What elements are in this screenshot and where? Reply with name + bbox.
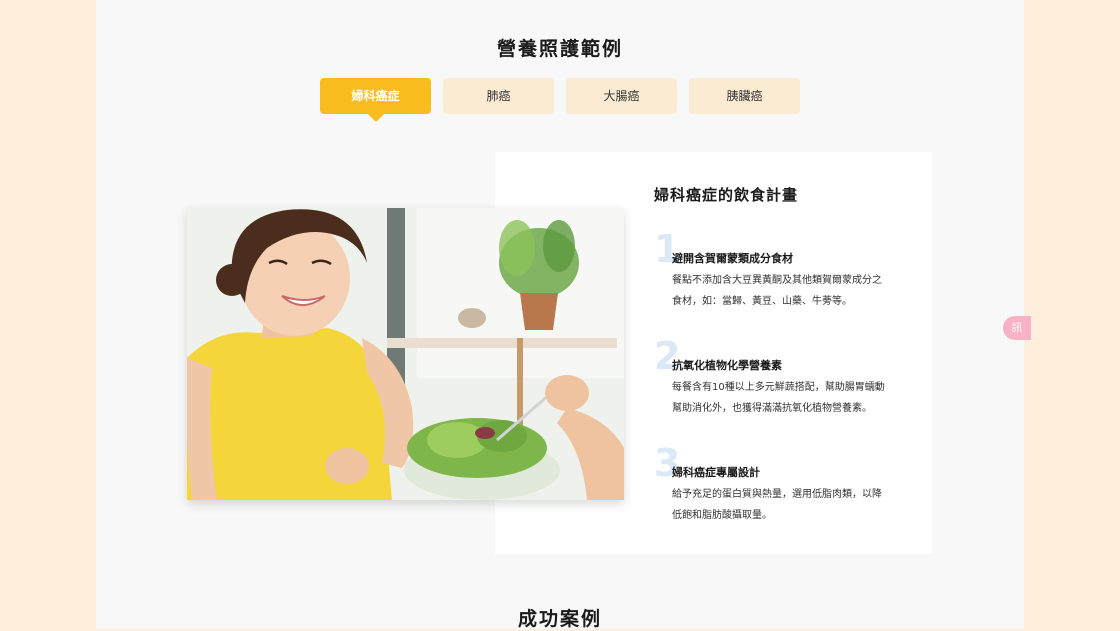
tab-lung-cancer[interactable]: 肺癌 bbox=[443, 78, 554, 114]
photo-illustration bbox=[187, 208, 624, 500]
section-title-nutrition: 營養照護範例 bbox=[496, 38, 623, 60]
tab-pancreatic-cancer[interactable]: 胰臟癌 bbox=[689, 78, 800, 114]
item-heading: 婦科癌症專屬設計 bbox=[672, 466, 760, 479]
item-description-line: 餐點不添加含大豆異黃酮及其他類賀爾蒙成分之 bbox=[672, 275, 882, 286]
tab-gynecologic-cancer[interactable]: 婦科癌症 bbox=[320, 78, 431, 122]
item-description-line: 給予充足的蛋白質與熱量，選用低脂肉類，以降 bbox=[672, 489, 882, 500]
tab-colorectal-cancer[interactable]: 大腸癌 bbox=[566, 78, 677, 114]
item-description-line: 幫助消化外，也獲得滿滿抗氧化植物營養素。 bbox=[672, 403, 872, 414]
diet-plan-title: 婦科癌症的飲食計畫 bbox=[654, 186, 799, 204]
item-heading: 避開含賀爾蒙類成分食材 bbox=[672, 252, 793, 265]
item-description-line: 低飽和脂肪酸攝取量。 bbox=[672, 510, 772, 521]
woman-eating-salad-photo bbox=[187, 208, 624, 500]
item-description: 餐點不添加含大豆異黃酮及其他類賀爾蒙成分之 食材，如：當歸、黃豆、山藥、牛蒡等。 bbox=[672, 270, 900, 312]
item-description: 每餐含有10種以上多元鮮蔬搭配，幫助腸胃蠕動 幫助消化外，也獲得滿滿抗氧化植物營… bbox=[672, 377, 900, 419]
section-title-success-cases: 成功案例 bbox=[517, 608, 602, 630]
item-description: 給予充足的蛋白質與熱量，選用低脂肉類，以降 低飽和脂肪酸攝取量。 bbox=[672, 484, 900, 526]
item-description-line: 每餐含有10種以上多元鮮蔬搭配，幫助腸胃蠕動 bbox=[672, 382, 885, 393]
page-content: 營養照護範例 婦科癌症 肺癌 大腸癌 胰臟癌 婦科癌症的飲食計畫 1 避開含賀爾… bbox=[96, 0, 1024, 630]
side-chat-badge[interactable]: 訊 bbox=[1003, 316, 1031, 340]
item-heading: 抗氧化植物化學營養素 bbox=[672, 359, 782, 372]
item-description-line: 食材，如：當歸、黃豆、山藥、牛蒡等。 bbox=[672, 296, 852, 307]
